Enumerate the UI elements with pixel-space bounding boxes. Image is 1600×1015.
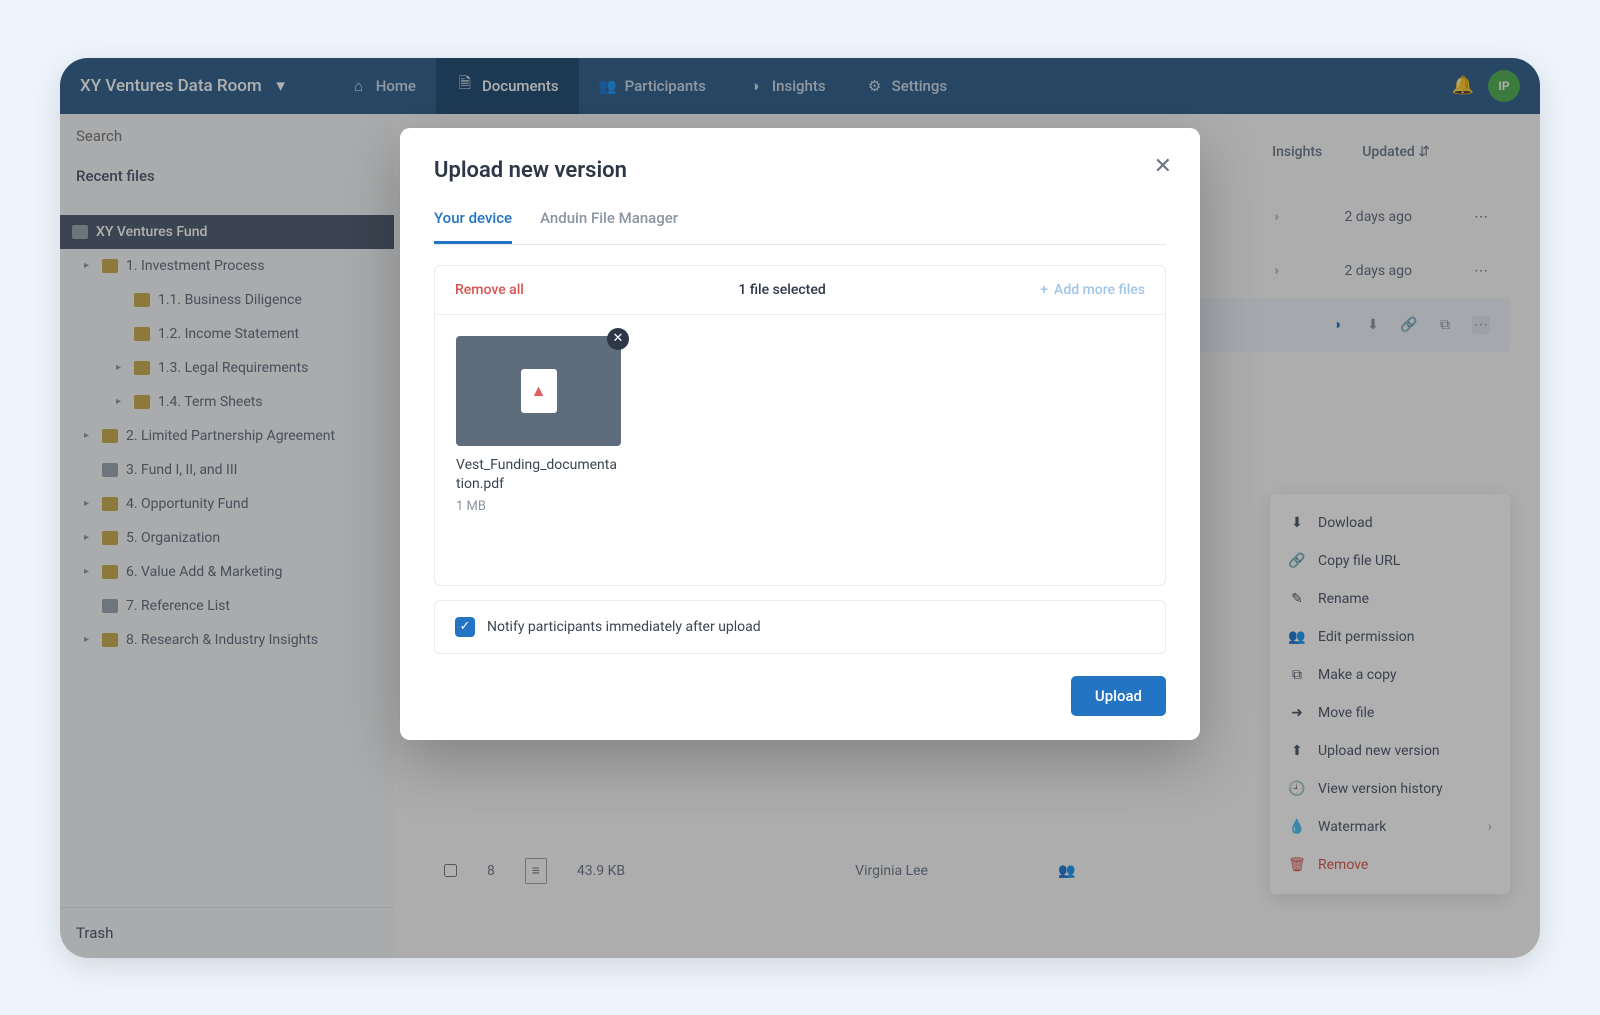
file-name-label: Vest_Funding_documentation.pdf	[456, 456, 621, 495]
add-more-button[interactable]: +Add more files	[1040, 282, 1145, 298]
upload-button[interactable]: Upload	[1071, 676, 1166, 716]
notify-label: Notify participants immediately after up…	[487, 619, 761, 635]
notify-option[interactable]: ✓ Notify participants immediately after …	[434, 600, 1166, 654]
modal-title: Upload new version	[434, 158, 1166, 183]
notify-checkbox[interactable]: ✓	[455, 617, 475, 637]
pdf-icon	[521, 369, 557, 413]
remove-all-button[interactable]: Remove all	[455, 282, 524, 298]
upload-modal: Upload new version ✕ Your device Anduin …	[400, 128, 1200, 740]
close-icon: ✕	[1154, 154, 1172, 179]
uploaded-file-card: ✕ Vest_Funding_documentation.pdf 1 MB	[456, 336, 621, 514]
file-remove-button[interactable]: ✕	[607, 328, 629, 350]
plus-icon: +	[1040, 282, 1048, 298]
file-thumbnail: ✕	[456, 336, 621, 446]
file-size-label: 1 MB	[456, 499, 621, 514]
tab-file-manager[interactable]: Anduin File Manager	[540, 209, 678, 244]
close-button[interactable]: ✕	[1154, 154, 1172, 179]
upload-box: Remove all 1 file selected +Add more fil…	[434, 265, 1166, 586]
selected-count: 1 file selected	[738, 282, 825, 298]
close-icon: ✕	[613, 331, 624, 346]
tab-your-device[interactable]: Your device	[434, 209, 512, 244]
upload-tabs: Your device Anduin File Manager	[434, 209, 1166, 245]
file-drop-zone[interactable]: ✕ Vest_Funding_documentation.pdf 1 MB	[435, 315, 1165, 585]
